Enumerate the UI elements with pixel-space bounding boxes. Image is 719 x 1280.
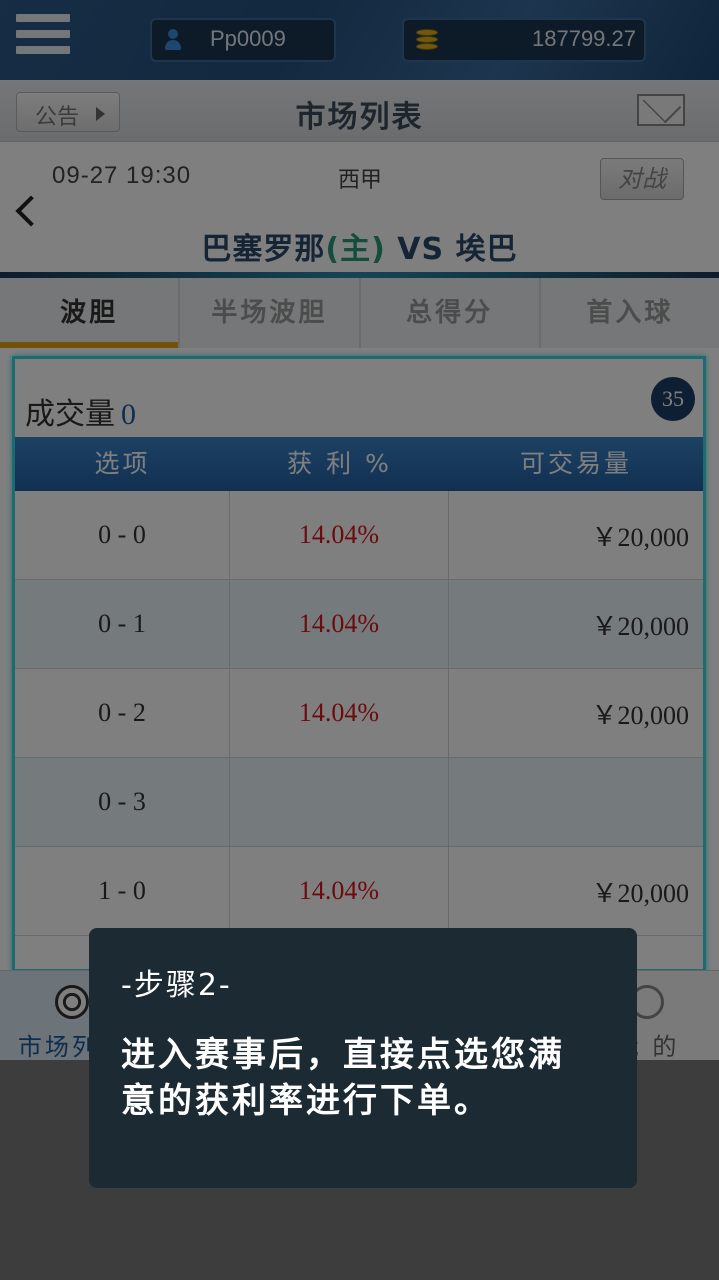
market-tabs: 波胆 半场波胆 总得分 首入球 xyxy=(0,278,719,348)
amount-cell[interactable]: ￥20,000 xyxy=(449,580,703,668)
option-cell: 0 - 1 xyxy=(15,580,230,668)
table-row: 0 - 1 14.04% ￥20,000 xyxy=(15,580,703,669)
tooltip-step: -步骤2- xyxy=(121,968,232,1003)
column-option: 选项 xyxy=(94,449,151,478)
amount-cell[interactable]: ￥20,000 xyxy=(449,491,703,579)
volume-value: 0 xyxy=(121,398,136,431)
profit-cell[interactable]: 14.04% xyxy=(230,491,449,579)
battle-button[interactable]: 对战 xyxy=(600,158,684,200)
table-row: 0 - 3 xyxy=(15,758,703,847)
option-cell: 0 - 0 xyxy=(15,491,230,579)
home-team: 巴塞罗那 xyxy=(201,232,326,267)
coins-icon xyxy=(416,29,440,53)
tab-total-goals[interactable]: 总得分 xyxy=(361,278,541,348)
profit-cell[interactable] xyxy=(230,758,449,846)
profit-cell[interactable]: 14.04% xyxy=(230,669,449,757)
amount-cell[interactable]: ￥20,000 xyxy=(449,847,703,935)
username: Pp0009 xyxy=(210,26,286,51)
status-header: Pp0009 187799.27 xyxy=(0,0,719,80)
volume-title: 成交量 xyxy=(25,398,115,431)
app-screen: Pp0009 187799.27 公告 市场列表 09-27 19:30 西甲 … xyxy=(0,0,719,1061)
option-cell: 0 - 3 xyxy=(15,758,230,846)
league-name: 西甲 xyxy=(338,168,383,193)
balance-pill[interactable]: 187799.27 xyxy=(402,18,646,62)
user-icon xyxy=(164,29,182,51)
option-cell: 0 - 2 xyxy=(15,669,230,757)
guide-tooltip[interactable]: -步骤2- 进入赛事后，直接点选您满意的获利率进行下单。 xyxy=(89,928,637,1188)
title-bar: 公告 市场列表 xyxy=(0,80,719,142)
match-time: 09-27 19:30 xyxy=(52,162,192,189)
away-team: 埃巴 xyxy=(455,232,518,267)
option-cell: 1 - 0 xyxy=(15,847,230,935)
amount-cell[interactable]: ￥20,000 xyxy=(449,669,703,757)
tab-correct-score[interactable]: 波胆 xyxy=(0,278,181,348)
count-badge: 35 xyxy=(651,377,695,421)
market-card: 成交量 0 35 选项 获 利 % 可交易量 0 - 0 14.04% ￥20,0… xyxy=(12,356,706,972)
table-row: 1 - 0 14.04% ￥20,000 xyxy=(15,847,703,936)
match-info: 09-27 19:30 西甲 对战 巴塞罗那(主) VS 埃巴 xyxy=(0,142,719,278)
balance-value: 187799.27 xyxy=(532,26,636,51)
home-tag: (主) xyxy=(325,232,386,267)
mail-icon[interactable] xyxy=(637,94,685,126)
profit-cell[interactable]: 14.04% xyxy=(230,580,449,668)
tab-first-goal[interactable]: 首入球 xyxy=(541,278,719,348)
soccer-ball-icon xyxy=(54,985,89,1019)
page-title: 市场列表 xyxy=(295,100,424,135)
vs-label: VS xyxy=(397,232,445,267)
menu-icon[interactable] xyxy=(16,14,70,60)
table-header: 选项 获 利 % 可交易量 xyxy=(15,437,703,491)
market-table: 0 - 0 14.04% ￥20,000 0 - 1 14.04% ￥20,00… xyxy=(15,491,703,936)
match-teams: 巴塞罗那(主) VS 埃巴 xyxy=(0,224,719,268)
column-amount: 可交易量 xyxy=(519,449,632,478)
profit-cell[interactable]: 14.04% xyxy=(230,847,449,935)
user-account-pill[interactable]: Pp0009 xyxy=(150,18,336,62)
table-row: 0 - 0 14.04% ￥20,000 xyxy=(15,491,703,580)
tooltip-text: 进入赛事后，直接点选您满意的获利率进行下单。 xyxy=(121,1035,565,1121)
table-row: 0 - 2 14.04% ￥20,000 xyxy=(15,669,703,758)
volume-label: 成交量 0 xyxy=(25,389,136,433)
back-arrow-icon[interactable] xyxy=(15,195,47,227)
tab-half-time-score[interactable]: 半场波胆 xyxy=(180,278,361,348)
column-profit: 获 利 % xyxy=(287,449,392,478)
amount-cell[interactable] xyxy=(449,758,703,846)
